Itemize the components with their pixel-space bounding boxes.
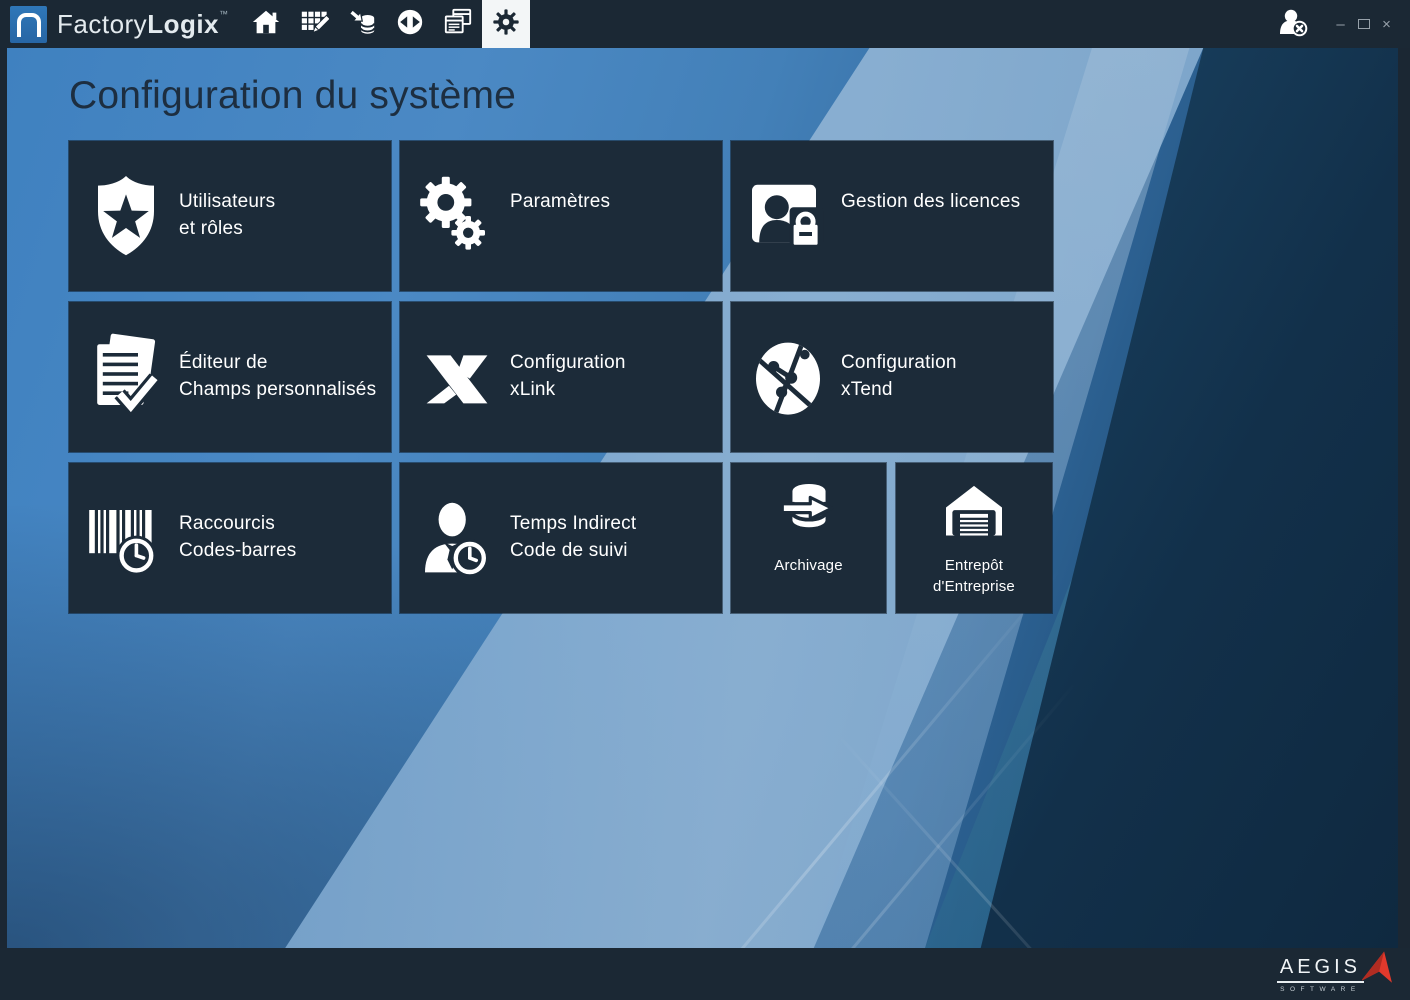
maximize-icon bbox=[1358, 19, 1370, 29]
warehouse-icon bbox=[941, 477, 1007, 547]
tile-row-1: Utilisateurset rôles bbox=[69, 141, 1053, 291]
database-arrow-icon bbox=[776, 477, 842, 547]
nav-analytics[interactable] bbox=[434, 0, 482, 48]
tile-label: ConfigurationxLink bbox=[510, 349, 626, 403]
tile-label: Temps IndirectCode de suivi bbox=[510, 510, 636, 564]
tile-label: ConfigurationxTend bbox=[841, 349, 957, 403]
user-disconnect-button[interactable] bbox=[1275, 7, 1309, 41]
globe-network-icon bbox=[745, 333, 831, 421]
tile-settings[interactable]: Paramètres bbox=[400, 141, 722, 291]
app-title-light: Factory bbox=[57, 9, 147, 39]
tile-xlink-configuration[interactable]: ConfigurationxLink bbox=[400, 302, 722, 452]
aegis-brand-name: AEGIS bbox=[1277, 956, 1364, 983]
close-button[interactable]: × bbox=[1375, 9, 1398, 39]
xlink-x-icon bbox=[414, 333, 500, 421]
tile-label: Utilisateurset rôles bbox=[179, 188, 275, 242]
nav-home[interactable] bbox=[242, 0, 290, 48]
tile-users-roles[interactable]: Utilisateurset rôles bbox=[69, 141, 391, 291]
tile-row-3: RaccourcisCodes-barres bbox=[69, 463, 1053, 613]
aegis-logo-text: AEGIS SOFTWARE bbox=[1277, 956, 1364, 993]
database-import-icon bbox=[347, 7, 377, 42]
aegis-arrow-icon bbox=[1362, 947, 1398, 994]
tile-label: RaccourcisCodes-barres bbox=[179, 510, 297, 564]
maximize-button[interactable] bbox=[1352, 9, 1375, 39]
nav-npi[interactable] bbox=[290, 0, 338, 48]
gears-icon bbox=[414, 172, 500, 260]
tile-label: Entrepôtd'Entreprise bbox=[896, 555, 1052, 597]
factorylogix-logo-icon bbox=[10, 6, 47, 43]
tile-custom-fields-editor[interactable]: Éditeur deChamps personnalisés bbox=[69, 302, 391, 452]
home-icon bbox=[251, 7, 281, 42]
tile-enterprise-warehouse[interactable]: Entrepôtd'Entreprise bbox=[896, 463, 1052, 613]
titlebar-right: – × bbox=[1275, 7, 1398, 41]
tile-archiving[interactable]: Archivage bbox=[731, 463, 886, 613]
minimize-button[interactable]: – bbox=[1329, 9, 1352, 39]
app-title: FactoryLogix™ bbox=[57, 9, 228, 40]
tile-indirect-time-tracking[interactable]: Temps IndirectCode de suivi bbox=[400, 463, 722, 613]
gear-icon bbox=[491, 7, 521, 42]
grid-pencil-icon bbox=[299, 7, 329, 42]
app-title-bold: Logix bbox=[147, 9, 219, 39]
content-area: Configuration du système Utilisateurset … bbox=[7, 48, 1398, 948]
tile-xtend-configuration[interactable]: ConfigurationxTend bbox=[731, 302, 1053, 452]
tile-label: Éditeur deChamps personnalisés bbox=[179, 349, 376, 403]
sync-circle-icon bbox=[395, 7, 425, 42]
close-icon: × bbox=[1382, 16, 1391, 33]
tile-license-management[interactable]: Gestion des licences bbox=[731, 141, 1053, 291]
barcode-clock-icon bbox=[83, 494, 169, 582]
person-clock-icon bbox=[414, 494, 500, 582]
nav-logistics[interactable] bbox=[386, 0, 434, 48]
tile-label: Gestion des licences bbox=[841, 188, 1020, 215]
aegis-brand-sub: SOFTWARE bbox=[1280, 986, 1361, 993]
trademark: ™ bbox=[219, 9, 228, 19]
nav-system-configuration[interactable] bbox=[482, 0, 530, 48]
minimize-icon: – bbox=[1336, 16, 1344, 33]
id-card-lock-icon bbox=[745, 172, 831, 260]
n-logo-icon bbox=[17, 13, 41, 37]
titlebar: FactoryLogix™ bbox=[0, 0, 1410, 48]
module-nav bbox=[242, 0, 530, 48]
aegis-logo: AEGIS SOFTWARE bbox=[1277, 955, 1398, 994]
windows-stack-icon bbox=[443, 7, 473, 42]
tile-row-2: Éditeur deChamps personnalisés bbox=[69, 302, 1053, 452]
tile-grid: Utilisateurset rôles bbox=[69, 141, 1053, 613]
tile-barcode-shortcuts[interactable]: RaccourcisCodes-barres bbox=[69, 463, 391, 613]
page-title: Configuration du système bbox=[69, 74, 516, 118]
tile-label: Archivage bbox=[731, 555, 886, 576]
shield-star-icon bbox=[83, 172, 169, 260]
document-check-icon bbox=[83, 333, 169, 421]
tile-label: Paramètres bbox=[510, 188, 610, 215]
factorylogix-window: FactoryLogix™ bbox=[0, 0, 1410, 1000]
footer-bar: AEGIS SOFTWARE bbox=[0, 948, 1410, 1000]
user-disconnect-icon bbox=[1276, 6, 1308, 43]
nav-production[interactable] bbox=[338, 0, 386, 48]
